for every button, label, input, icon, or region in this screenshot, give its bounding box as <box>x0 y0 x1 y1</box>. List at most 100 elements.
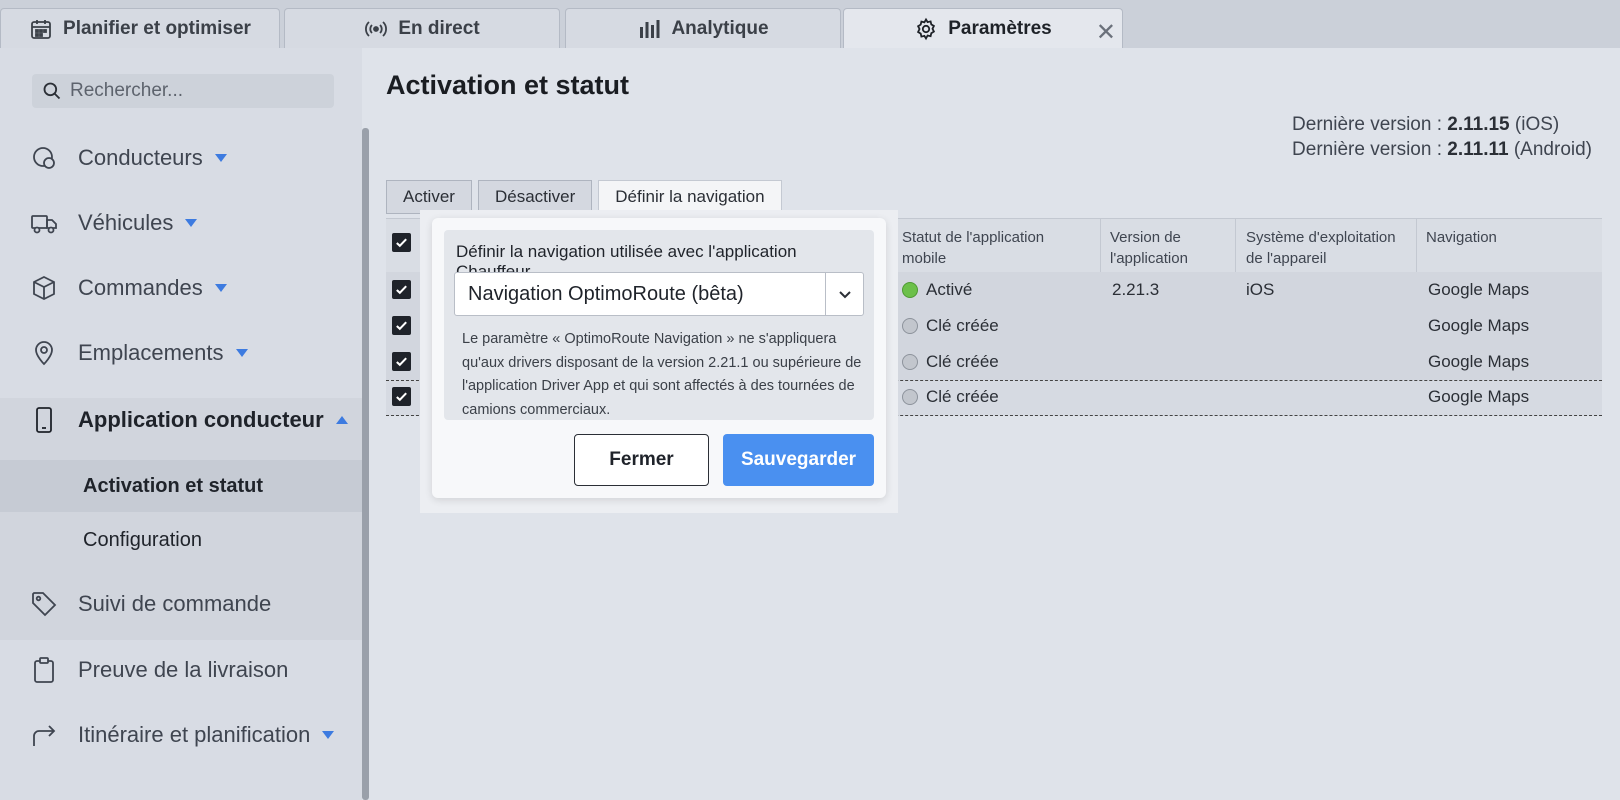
row-checkbox[interactable] <box>392 352 411 371</box>
tab-label: Planifier et optimiser <box>63 17 251 39</box>
chevron-down-icon <box>214 154 227 162</box>
checkmark-icon <box>396 285 407 295</box>
dropdown-toggle[interactable] <box>825 273 863 315</box>
navigation-cell: Google Maps <box>1428 280 1530 299</box>
toolbar: Activer Désactiver Définir la navigation <box>386 180 782 214</box>
sidebar-item-order-tracking[interactable]: Suivi de commande <box>30 584 271 624</box>
sidebar-item-orders[interactable]: Commandes <box>30 268 227 308</box>
activate-button[interactable]: Activer <box>386 180 472 214</box>
bar-chart-icon <box>640 19 660 38</box>
checkmark-icon <box>396 321 407 331</box>
sidebar-subitem-label: Activation et statut <box>83 474 264 497</box>
route-arrow-icon <box>33 725 56 746</box>
set-navigation-popover: Définir la navigation utilisée avec l'ap… <box>432 218 886 498</box>
close-icon[interactable]: ✕ <box>1096 18 1116 47</box>
phone-icon <box>36 407 52 433</box>
gear-icon <box>917 17 936 40</box>
sidebar-subitem-activation-status[interactable]: Activation et statut <box>0 460 362 512</box>
version-ios: Dernière version : 2.11.15 (iOS) <box>1292 114 1560 135</box>
status-cell: Clé créée <box>902 316 999 336</box>
sidebar-item-label: Itinéraire et planification <box>78 722 311 747</box>
tab-analytics[interactable]: Analytique <box>565 8 841 48</box>
chevron-down-icon <box>838 291 851 299</box>
tab-label: Paramètres <box>948 17 1052 39</box>
tab-plan-optimize[interactable]: Planifier et optimiser <box>0 8 280 48</box>
navigation-cell: Google Maps <box>1428 387 1530 406</box>
status-cell: Clé créée <box>902 387 999 407</box>
driver-icon <box>33 147 55 169</box>
sidebar-search <box>32 74 334 108</box>
status-dot-icon <box>902 318 918 334</box>
chevron-up-icon <box>335 416 348 424</box>
header-app-version[interactable]: Version de l'application <box>1110 227 1230 269</box>
status-dot-icon <box>902 389 918 405</box>
sidebar-item-label: Suivi de commande <box>78 591 272 616</box>
select-all-checkbox[interactable] <box>392 233 411 252</box>
checkmark-icon <box>396 357 407 367</box>
chevron-down-icon <box>214 284 227 292</box>
sidebar: Conducteurs Véhicules Commandes Emplacem… <box>0 48 362 800</box>
save-button[interactable]: Sauvegarder <box>723 434 874 486</box>
tab-live[interactable]: En direct <box>284 8 560 48</box>
calendar-icon <box>31 19 51 39</box>
status-dot-icon <box>902 282 918 298</box>
navigation-select-value: Navigation OptimoRoute (bêta) <box>468 282 744 305</box>
broadcast-icon <box>365 20 388 37</box>
checkmark-icon <box>396 238 407 248</box>
popover-body: Définir la navigation utilisée avec l'ap… <box>444 230 874 420</box>
sidebar-item-proof-of-delivery[interactable]: Preuve de la livraison <box>30 650 288 690</box>
navigation-help-text: Le paramètre « OptimoRoute Navigation » … <box>462 331 862 418</box>
page-title: Activation et statut <box>386 70 630 100</box>
sidebar-item-drivers[interactable]: Conducteurs <box>30 138 227 178</box>
sidebar-item-vehicles[interactable]: Véhicules <box>30 203 198 243</box>
truck-icon <box>31 215 57 234</box>
version-info: Dernière version : 2.11.15 (iOS) Dernièr… <box>1292 112 1592 162</box>
sidebar-item-locations[interactable]: Emplacements <box>30 333 248 373</box>
tab-settings[interactable]: Paramètres ✕ <box>843 8 1123 48</box>
status-cell: Clé créée <box>902 352 999 372</box>
search-input[interactable] <box>70 80 320 102</box>
sidebar-item-route-planning[interactable]: Itinéraire et planification <box>30 715 335 755</box>
status-cell: Activé <box>902 280 972 300</box>
sidebar-subitem-label: Configuration <box>83 528 202 551</box>
row-checkbox[interactable] <box>392 316 411 335</box>
tag-icon <box>32 592 57 617</box>
header-os[interactable]: Système d'exploitation de l'appareil <box>1246 227 1406 269</box>
column-divider <box>1100 219 1101 273</box>
status-dot-icon <box>902 354 918 370</box>
sidebar-item-label: Conducteurs <box>78 145 203 170</box>
location-pin-icon <box>35 341 53 366</box>
navigation-cell: Google Maps <box>1428 316 1530 335</box>
column-divider <box>1235 219 1236 273</box>
box-icon <box>33 275 55 301</box>
clipboard-icon <box>34 657 54 683</box>
sidebar-item-driver-app[interactable]: Application conducteur <box>30 400 348 440</box>
close-button[interactable]: Fermer <box>574 434 709 486</box>
set-navigation-button[interactable]: Définir la navigation <box>598 180 782 214</box>
navigation-select[interactable]: Navigation OptimoRoute (bêta) <box>454 272 864 316</box>
navigation-cell: Google Maps <box>1428 352 1530 371</box>
row-checkbox[interactable] <box>392 280 411 299</box>
tab-label: En direct <box>398 17 480 39</box>
version-cell: 2.21.3 <box>1112 280 1160 299</box>
column-divider <box>1416 219 1417 273</box>
sidebar-item-label: Commandes <box>78 275 203 300</box>
search-icon <box>43 82 61 100</box>
chevron-down-icon <box>322 731 335 739</box>
sidebar-item-label: Preuve de la livraison <box>78 657 289 682</box>
sidebar-item-label: Application conducteur <box>78 407 324 432</box>
version-android: Dernière version : 2.11.11 (Android) <box>1292 139 1592 160</box>
sidebar-subitem-configuration[interactable]: Configuration <box>0 514 362 566</box>
sidebar-scrollbar[interactable] <box>362 128 369 800</box>
top-tab-bar: Planifier et optimiser En direct Analyti… <box>0 0 1620 48</box>
sidebar-item-label: Emplacements <box>78 340 224 365</box>
row-checkbox[interactable] <box>392 387 411 406</box>
sidebar-item-label: Véhicules <box>78 210 174 235</box>
header-status[interactable]: Statut de l'application mobile <box>902 227 1092 269</box>
deactivate-button[interactable]: Désactiver <box>477 180 593 214</box>
checkmark-icon <box>396 392 407 402</box>
tab-label: Analytique <box>671 17 769 39</box>
chevron-down-icon <box>185 219 198 227</box>
header-navigation[interactable]: Navigation <box>1426 227 1497 248</box>
chevron-down-icon <box>235 349 248 357</box>
